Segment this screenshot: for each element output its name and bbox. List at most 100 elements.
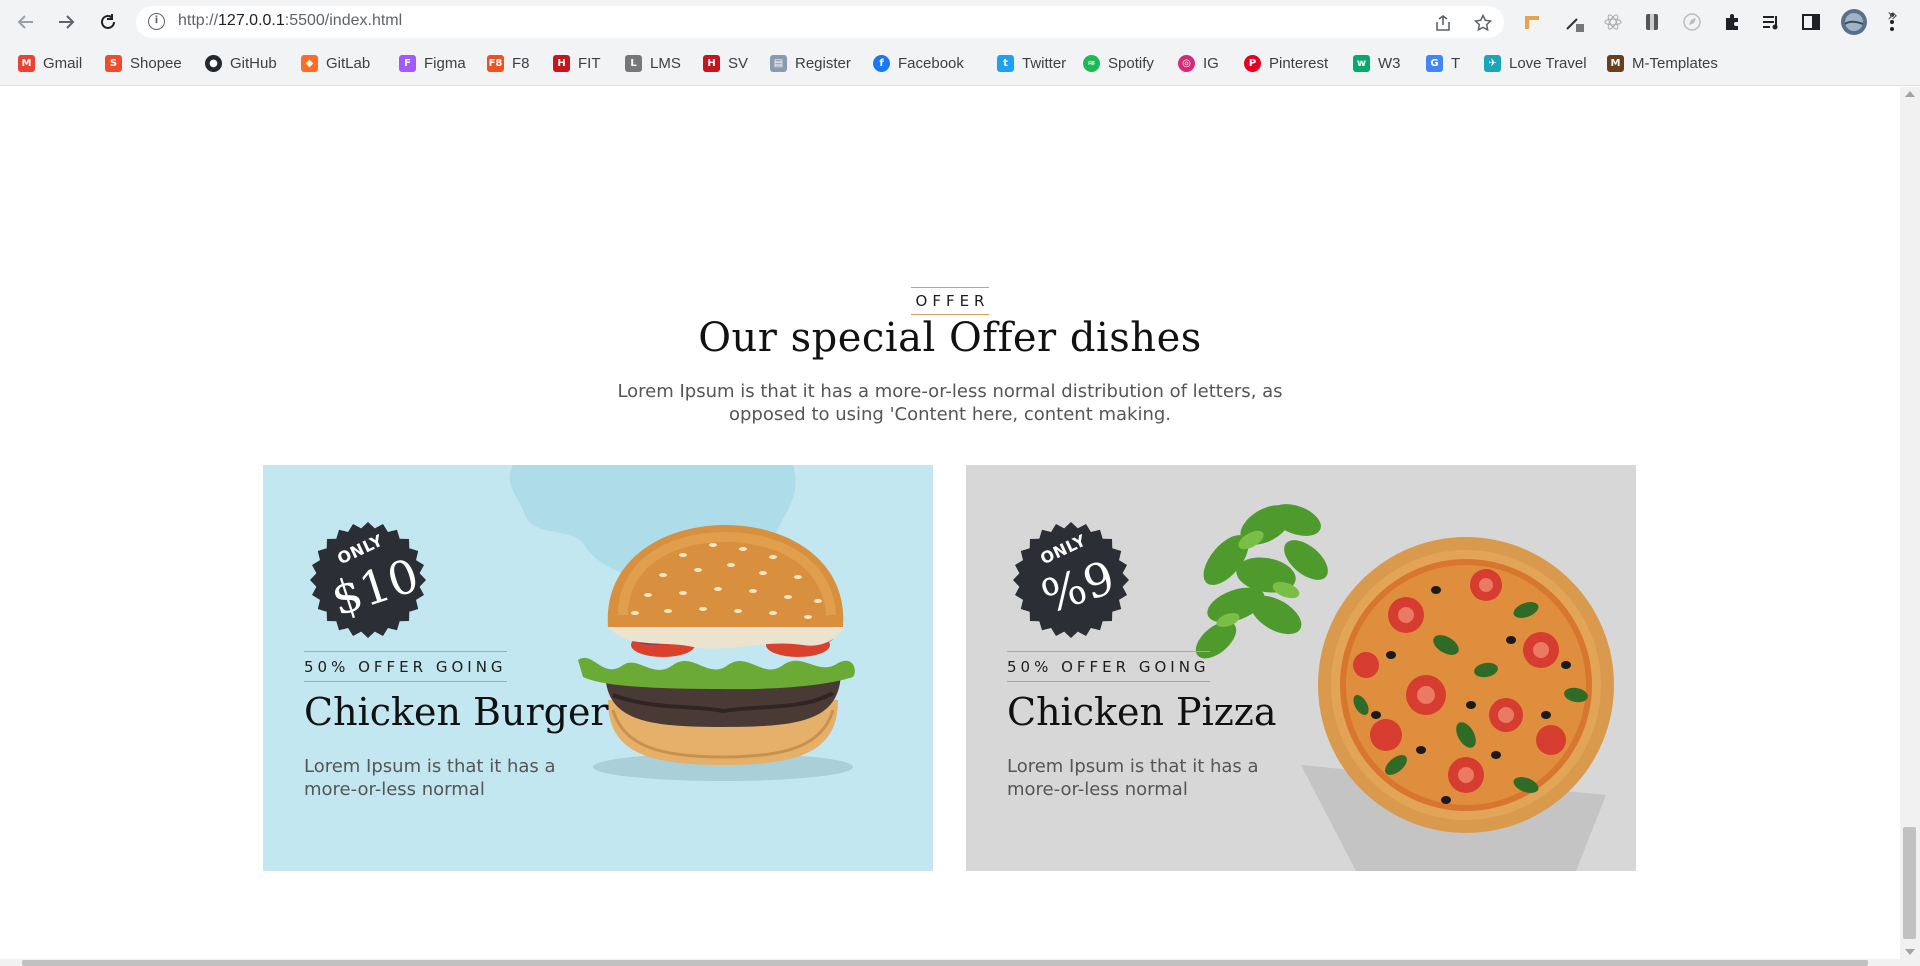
f8-icon: F8 (487, 54, 504, 72)
bookmark-label: Spotify (1108, 54, 1154, 72)
page-viewport: OFFER Our special Offer dishes Lorem Ips… (0, 87, 1900, 959)
vertical-scrollbar[interactable] (1900, 87, 1920, 959)
bookmark-star-icon[interactable] (1472, 12, 1494, 34)
reading-list-icon[interactable] (1759, 10, 1783, 34)
translate-icon: G (1426, 54, 1443, 72)
address-bar[interactable]: i http://127.0.0.1:5500/index.html (136, 6, 1504, 38)
price-badge: ONLY $10 (308, 520, 428, 640)
bookmark-gmail[interactable]: M Gmail (18, 51, 82, 75)
bookmark-facebook[interactable]: f Facebook (873, 51, 964, 75)
spotify-icon: ≈ (1083, 54, 1100, 72)
bookmark-t[interactable]: GT (1426, 51, 1460, 75)
bookmark-label: M-Templates (1632, 54, 1718, 72)
sv-icon: H (703, 54, 720, 72)
reload-icon (101, 14, 115, 29)
offer-section-tag: OFFER (0, 287, 1900, 315)
bookmark-w3[interactable]: w W3 (1353, 51, 1401, 75)
bookmark-lms[interactable]: L LMS (625, 51, 681, 75)
bookmark-register[interactable]: ▤ Register (770, 51, 851, 75)
site-info-icon[interactable]: i (148, 13, 165, 30)
profile-avatar[interactable] (1840, 8, 1868, 36)
bookmark-spotify[interactable]: ≈ Spotify (1083, 51, 1154, 75)
pinterest-icon: P (1244, 54, 1261, 72)
bookmark-f8[interactable]: F8 F8 (487, 51, 530, 75)
arrow-left-icon (17, 15, 33, 29)
bookmark-shopee[interactable]: S Shopee (105, 51, 182, 75)
register-icon: ▤ (770, 54, 787, 72)
bookmarks-overflow-icon[interactable]: » (1887, 5, 1898, 26)
vertical-scroll-thumb[interactable] (1903, 827, 1916, 939)
bookmark-label: F8 (512, 54, 530, 72)
bookmark-figma[interactable]: F Figma (399, 51, 466, 75)
share-icon[interactable] (1432, 12, 1454, 34)
scroll-down-arrow-icon[interactable] (1905, 949, 1915, 955)
browser-toolbar: i http://127.0.0.1:5500/index.html (0, 0, 1920, 44)
bookmark-label: Register (795, 54, 851, 72)
browser-chrome: i http://127.0.0.1:5500/index.html M Gma… (0, 0, 1920, 86)
instagram-icon: ◎ (1178, 54, 1195, 72)
bookmark-sv[interactable]: H SV (703, 51, 748, 75)
extension-picker-icon[interactable] (1562, 10, 1586, 34)
m-templates-icon: M (1607, 54, 1624, 72)
card-description: Lorem Ipsum is that it has a more-or-les… (304, 756, 556, 800)
bookmark-label: IG (1203, 54, 1219, 72)
lms-icon: L (625, 54, 642, 72)
extension-column-icon[interactable] (1640, 10, 1664, 34)
reload-button[interactable] (93, 7, 123, 37)
offer-card-pizza[interactable]: ONLY %9 50% OFFER GOING Chicken Pizza Lo… (966, 465, 1636, 871)
github-icon: ● (205, 54, 222, 72)
extensions-puzzle-icon[interactable] (1720, 10, 1744, 34)
horizontal-scroll-thumb[interactable] (22, 960, 1868, 966)
price-badge: ONLY %9 (1011, 520, 1131, 640)
bookmark-label: Love Travel (1509, 54, 1587, 72)
card-title[interactable]: Chicken Pizza (1007, 690, 1276, 734)
offer-section-title: Our special Offer dishes (698, 315, 1202, 361)
offer-tag-label: OFFER (910, 287, 990, 315)
bookmark-ig[interactable]: ◎ IG (1178, 51, 1219, 75)
bookmark-label: Gmail (43, 54, 83, 72)
card-description: Lorem Ipsum is that it has a more-or-les… (1007, 756, 1259, 800)
url-text[interactable]: http://127.0.0.1:5500/index.html (178, 12, 402, 30)
bookmark-gitlab[interactable]: ◆ GitLab (301, 51, 370, 75)
bookmark-label: Figma (424, 54, 466, 72)
offer-card-burger[interactable]: ONLY $10 50% OFFER GOING Chicken Burger … (263, 465, 933, 871)
offer-section-description: Lorem Ipsum is that it has a more-or-les… (617, 381, 1283, 425)
gmail-icon: M (18, 54, 35, 72)
bookmark-label: LMS (650, 54, 681, 72)
back-button[interactable] (11, 7, 41, 37)
shopee-icon: S (105, 54, 122, 72)
fit-icon: H (553, 54, 570, 72)
extension-compass-icon[interactable] (1680, 10, 1704, 34)
side-panel-icon[interactable] (1799, 10, 1823, 34)
extension-ruler-icon[interactable] (1520, 10, 1544, 34)
scroll-up-arrow-icon[interactable] (1905, 91, 1915, 97)
facebook-icon: f (873, 54, 890, 72)
bookmark-label: W3 (1378, 54, 1401, 72)
arrow-right-icon (59, 15, 75, 29)
bookmark-fit[interactable]: H FIT (553, 51, 601, 75)
w3schools-icon: w (1353, 54, 1370, 72)
card-offer-tag: 50% OFFER GOING (1007, 651, 1210, 682)
bookmark-twitter[interactable]: t Twitter (997, 51, 1066, 75)
figma-icon: F (399, 54, 416, 72)
love-travel-icon: ✈ (1484, 54, 1501, 72)
gitlab-icon: ◆ (301, 54, 318, 72)
bookmark-github[interactable]: ● GitHub (205, 51, 277, 75)
bookmark-m-templates[interactable]: M M-Templates (1607, 51, 1718, 75)
extension-react-icon[interactable] (1601, 10, 1625, 34)
horizontal-scrollbar[interactable] (0, 959, 1920, 966)
card-title[interactable]: Chicken Burger (304, 690, 609, 734)
bookmark-label: Shopee (130, 54, 182, 72)
bookmark-love-travel[interactable]: ✈ Love Travel (1484, 51, 1587, 75)
bookmarks-bar: M Gmail S Shopee ● GitHub ◆ GitLab F Figma F8 F8 H FI… (0, 48, 1920, 78)
twitter-icon: t (997, 54, 1014, 72)
forward-button[interactable] (51, 7, 81, 37)
bookmark-label: GitHub (230, 54, 277, 72)
bookmark-label: Pinterest (1269, 54, 1329, 72)
bookmark-pinterest[interactable]: P Pinterest (1244, 51, 1328, 75)
bookmark-label: FIT (578, 54, 601, 72)
bookmark-label: SV (728, 54, 749, 72)
bookmark-label: Twitter (1022, 54, 1067, 72)
bookmark-label: GitLab (326, 54, 371, 72)
card-offer-tag: 50% OFFER GOING (304, 651, 507, 682)
